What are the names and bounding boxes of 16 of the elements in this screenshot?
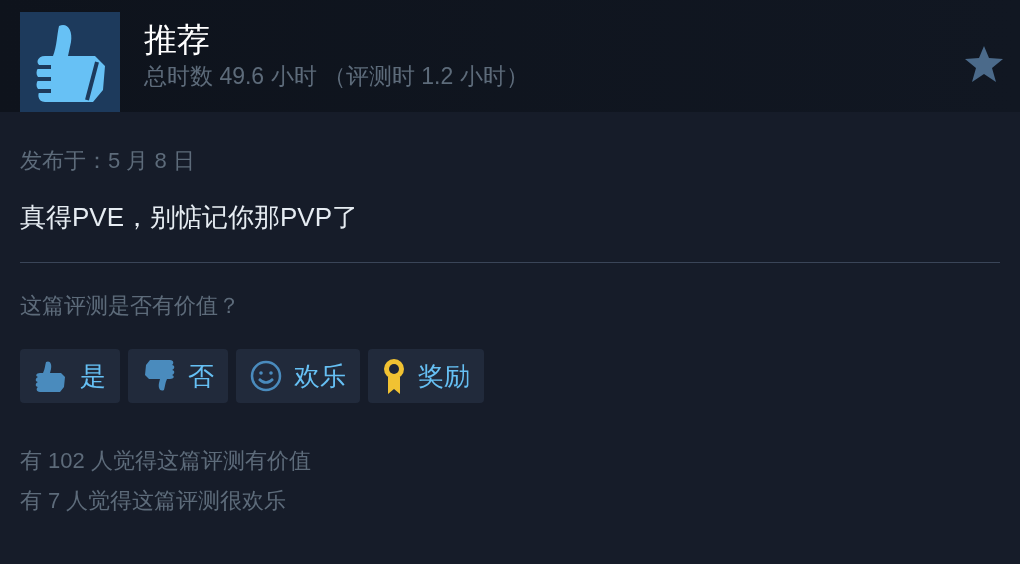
review-text: 真得PVE，别惦记你那PVP了 — [20, 201, 360, 234]
award-ribbon-icon — [382, 357, 406, 395]
playtime-text: 总时数 49.6 小时 （评测时 1.2 小时） — [144, 62, 529, 91]
vote-count-text: 有 7 人觉得这篇评测很欢乐 — [20, 487, 288, 515]
review-verdict: 推荐 — [144, 20, 211, 60]
award-button[interactable]: 奖励 — [368, 349, 484, 403]
smiley-icon — [250, 360, 282, 392]
yes-button[interactable]: 是 — [20, 349, 120, 403]
star-icon[interactable] — [964, 45, 1004, 83]
helpful-question: 这篇评测是否有价值？ — [20, 292, 241, 320]
funny-button[interactable]: 欢乐 — [236, 349, 360, 403]
no-button[interactable]: 否 — [128, 349, 228, 403]
post-date: 发布于：5 月 8 日 — [20, 147, 196, 175]
thumbs-down-icon — [142, 359, 176, 393]
vote-count-text: 有 102 人觉得这篇评测有价值 — [20, 447, 312, 475]
thumbs-up-icon — [34, 359, 68, 393]
